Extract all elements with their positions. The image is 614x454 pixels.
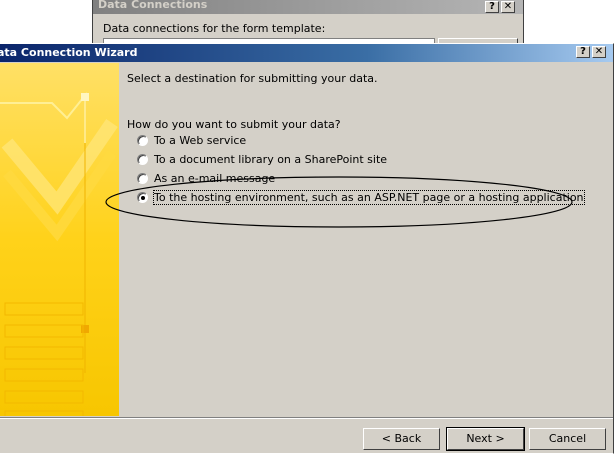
wizard-heading: Select a destination for submitting your…: [127, 72, 378, 85]
close-button[interactable]: ✕: [592, 46, 606, 58]
option-label: To a Web service: [154, 134, 247, 147]
option-sharepoint-library[interactable]: To a document library on a SharePoint si…: [137, 153, 387, 166]
wizard-titlebar: ata Connection Wizard ? ✕: [0, 44, 613, 62]
radio-web-service[interactable]: [137, 135, 148, 146]
highlight-ellipse: [105, 176, 573, 228]
data-connections-title: Data Connections: [98, 0, 208, 11]
back-button[interactable]: < Back: [363, 428, 440, 450]
wizard-side-banner: [0, 63, 119, 416]
option-web-service[interactable]: To a Web service: [137, 134, 246, 147]
close-button[interactable]: ✕: [501, 1, 515, 13]
banner-graphic: [0, 92, 118, 416]
submit-question: How do you want to submit your data?: [127, 118, 341, 131]
cancel-button[interactable]: Cancel: [529, 428, 606, 450]
button-separator: [0, 417, 613, 419]
data-connections-label: Data connections for the form template:: [103, 22, 326, 35]
data-connection-wizard: ata Connection Wizard ? ✕ Select a desti…: [0, 43, 614, 454]
next-button[interactable]: Next >: [446, 427, 525, 451]
wizard-title: ata Connection Wizard: [0, 46, 138, 59]
help-button[interactable]: ?: [485, 1, 499, 13]
help-button[interactable]: ?: [576, 46, 590, 58]
option-label: To a document library on a SharePoint si…: [154, 153, 388, 166]
radio-sharepoint-library[interactable]: [137, 154, 148, 165]
data-connections-titlebar: Data Connections ? ✕: [93, 0, 523, 14]
